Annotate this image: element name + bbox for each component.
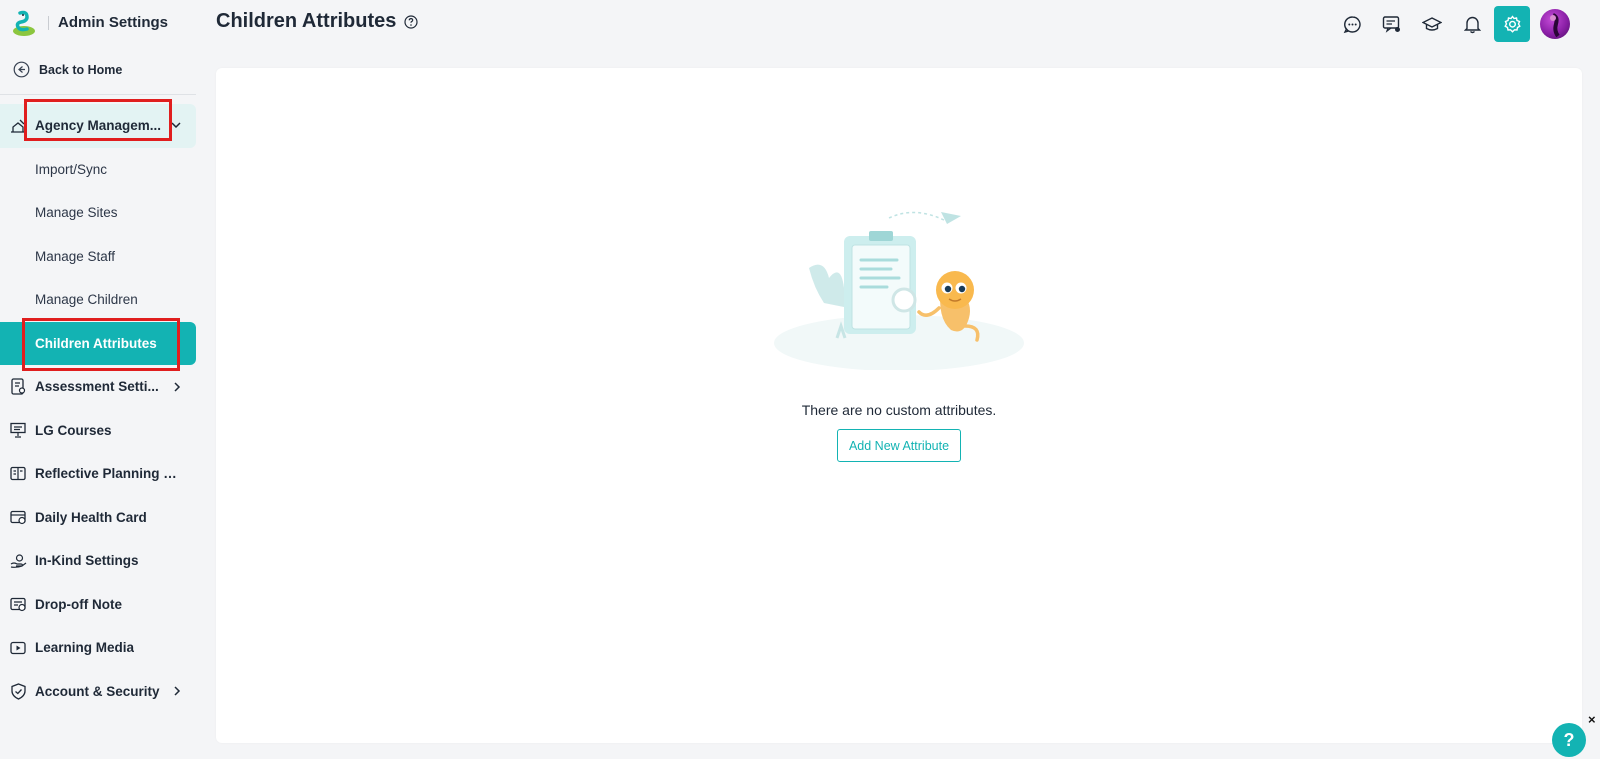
health-card-icon [9,508,27,526]
in-kind-icon [9,552,27,570]
sidebar-subitem-import-sync[interactable]: Import/Sync [0,148,197,192]
bell-icon[interactable] [1454,6,1490,42]
sidebar-item-assessment-settings[interactable]: Assessment Setti... [0,365,197,409]
sidebar-item-daily-health-card[interactable]: Daily Health Card [0,496,197,540]
sidebar-item-label: LG Courses [35,422,112,438]
sidebar-subitem-children-attributes[interactable]: Children Attributes [0,321,196,365]
sidebar-item-in-kind-settings[interactable]: In-Kind Settings [0,539,197,583]
back-to-home-label: Back to Home [39,62,123,77]
sidebar-item-reflective-planning[interactable]: Reflective Planning S... [0,452,197,496]
top-toolbar [1330,6,1570,42]
sidebar-item-label: Account & Security [35,683,160,699]
graduation-icon[interactable] [1414,6,1450,42]
media-icon [9,639,27,657]
sidebar-item-label: Agency Managem... [35,118,162,134]
chat-icon[interactable] [1334,6,1370,42]
sidebar-item-drop-off-note[interactable]: Drop-off Note [0,583,197,627]
main-content-card: There are no custom attributes. Add New … [216,68,1582,743]
reflective-icon [9,465,27,483]
question-icon[interactable] [403,14,418,29]
sidebar-item-learning-media[interactable]: Learning Media [0,626,197,670]
assessment-icon [9,378,27,396]
sidebar-subitem-manage-children[interactable]: Manage Children [0,278,197,322]
sidebar-item-lg-courses[interactable]: LG Courses [0,409,197,453]
note-icon [9,595,27,613]
empty-state-message: There are no custom attributes. [801,402,997,418]
back-arrow-icon [12,61,30,79]
brand-title: Admin Settings [58,14,169,31]
help-button[interactable]: ? [1552,723,1586,757]
chevron-right-icon [171,381,183,393]
empty-state: There are no custom attributes. Add New … [216,208,1582,462]
settings-icon[interactable] [1494,6,1530,42]
avatar[interactable] [1540,9,1570,39]
chevron-down-icon [170,120,182,132]
sidebar-item-label: Drop-off Note [35,596,122,612]
empty-state-illustration [769,208,1029,371]
sidebar-item-label: Assessment Setti... [35,379,159,395]
sidebar-item-label: Daily Health Card [35,509,147,525]
sidebar-item-label: In-Kind Settings [35,553,139,569]
brand-divider [48,15,49,30]
sidebar-item-agency-management[interactable]: Agency Managem... [0,104,196,148]
sidebar-item-account-security[interactable]: Account & Security [0,670,197,714]
back-to-home-link[interactable]: Back to Home [0,45,196,95]
sidebar-nav: Agency Managem... Import/Sync Manage Sit… [0,104,197,713]
page-title: Children Attributes [216,10,397,32]
app-logo-icon[interactable] [10,9,38,37]
close-icon[interactable]: × [1588,713,1598,726]
shield-icon [9,682,27,700]
sidebar-item-label: Learning Media [35,640,135,656]
sidebar: Admin Settings Back to Home Agency Manag… [0,0,197,759]
page-header: Children Attributes [216,10,418,33]
sidebar-item-label: Reflective Planning S... [35,466,183,482]
courses-icon [9,421,27,439]
sidebar-subitem-manage-staff[interactable]: Manage Staff [0,235,197,279]
feedback-icon[interactable] [1374,6,1410,42]
chevron-right-icon [171,685,183,697]
sidebar-subitem-manage-sites[interactable]: Manage Sites [0,191,197,235]
agency-icon [9,117,27,135]
add-new-attribute-button[interactable]: Add New Attribute [836,429,962,462]
brand: Admin Settings [0,0,197,45]
